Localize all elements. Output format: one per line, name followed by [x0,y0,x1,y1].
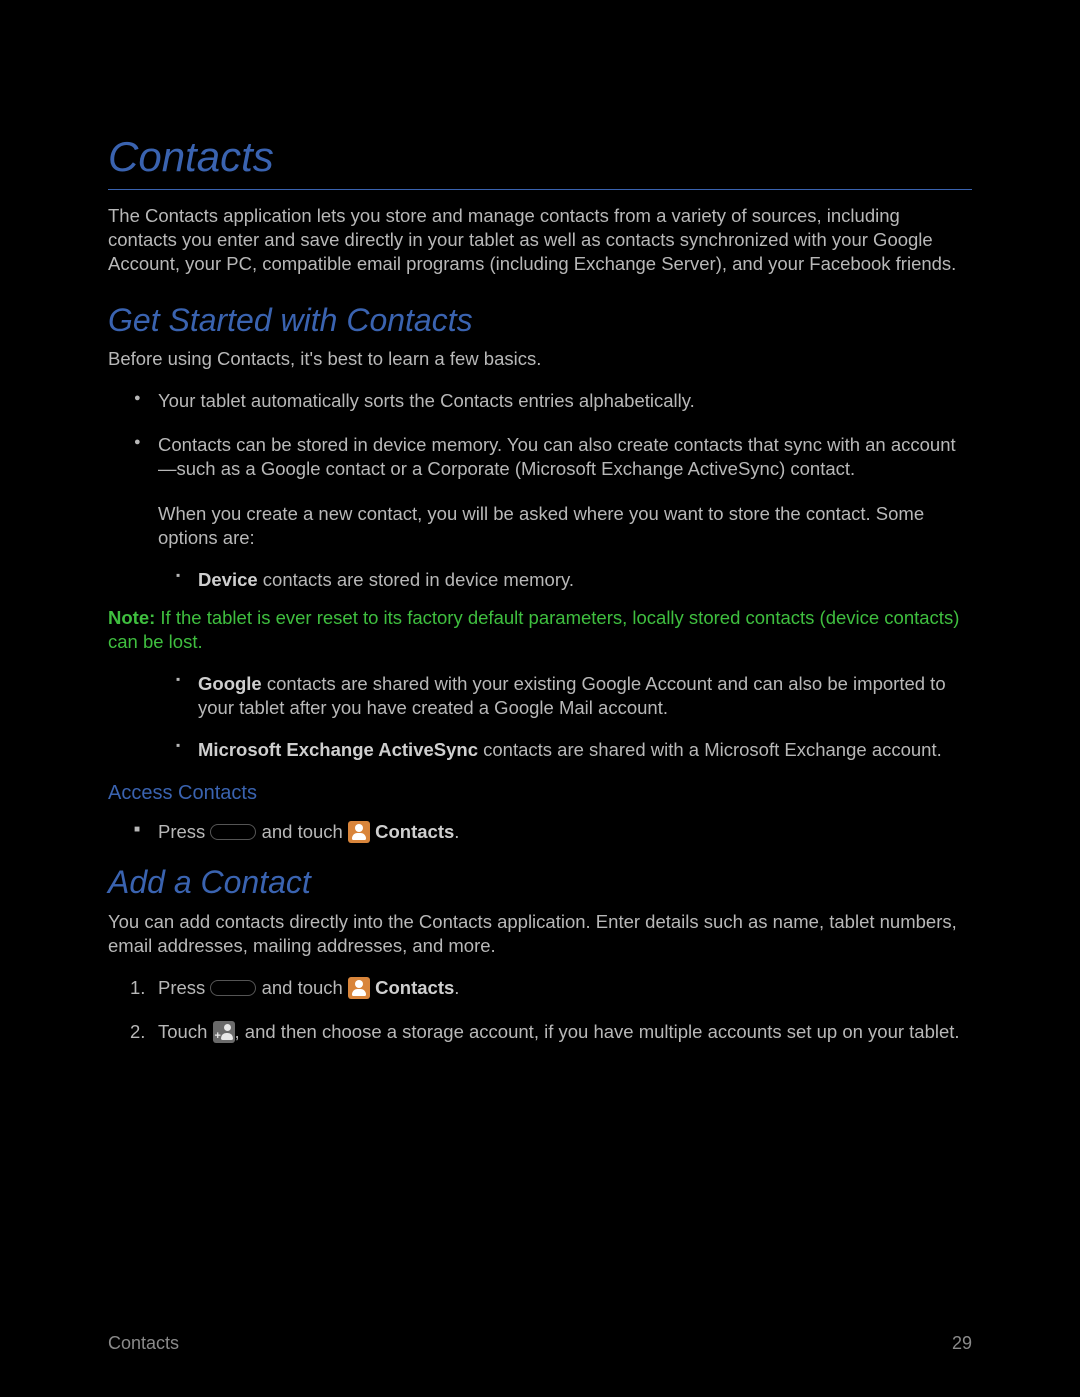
body-text: . [454,821,459,842]
section-lead: You can add contacts directly into the C… [108,910,972,958]
footer-section-name: Contacts [108,1332,179,1355]
contacts-app-icon [348,977,370,999]
step-item: Touch , and then choose a storage accoun… [158,1020,972,1044]
body-text: Press [158,821,210,842]
document-page: Contacts The Contacts application lets y… [0,0,1080,1397]
access-list: Press and touch Contacts. [108,820,972,844]
note-label: Note: [108,607,155,628]
note-text: If the tablet is ever reset to its facto… [108,607,959,652]
square-list: Device contacts are stored in device mem… [108,568,972,592]
bold-text: Device [198,569,258,590]
list-item: Contacts can be stored in device memory.… [158,433,972,481]
body-text: and touch [256,977,348,998]
ordered-steps: Press and touch Contacts. Touch , and th… [108,976,972,1044]
sub-paragraph: When you create a new contact, you will … [108,502,972,550]
add-contact-icon [213,1021,235,1043]
list-item: Your tablet automatically sorts the Cont… [158,389,972,413]
home-button-icon [210,980,256,996]
square-list: Google contacts are shared with your exi… [108,672,972,762]
home-button-icon [210,824,256,840]
bold-text: Contacts [370,821,454,842]
body-text: Touch [158,1021,213,1042]
subheading-access-contacts: Access Contacts [108,780,972,806]
page-title: Contacts [108,130,972,190]
bullet-list: Your tablet automatically sorts the Cont… [108,389,972,481]
list-item: Device contacts are stored in device mem… [198,568,972,592]
section-lead: Before using Contacts, it's best to lear… [108,347,972,371]
bold-text: Google [198,673,262,694]
list-item: Press and touch Contacts. [158,820,972,844]
body-text: . [454,977,459,998]
bold-text: Contacts [370,977,454,998]
bold-text: Microsoft Exchange ActiveSync [198,739,478,760]
body-text: contacts are stored in device memory. [258,569,574,590]
body-text: , and then choose a storage account, if … [235,1021,960,1042]
step-item: Press and touch Contacts. [158,976,972,1000]
contacts-app-icon [348,821,370,843]
intro-paragraph: The Contacts application lets you store … [108,204,972,276]
footer-page-number: 29 [952,1332,972,1355]
body-text: contacts are shared with your existing G… [198,673,946,718]
page-footer: Contacts 29 [108,1332,972,1355]
list-item: Google contacts are shared with your exi… [198,672,972,720]
section-heading-get-started: Get Started with Contacts [108,300,972,342]
list-item: Microsoft Exchange ActiveSync contacts a… [198,738,972,762]
section-heading-add-contact: Add a Contact [108,862,972,904]
body-text: and touch [256,821,348,842]
note-paragraph: Note: If the tablet is ever reset to its… [108,606,972,654]
body-text: contacts are shared with a Microsoft Exc… [478,739,942,760]
body-text: Press [158,977,210,998]
